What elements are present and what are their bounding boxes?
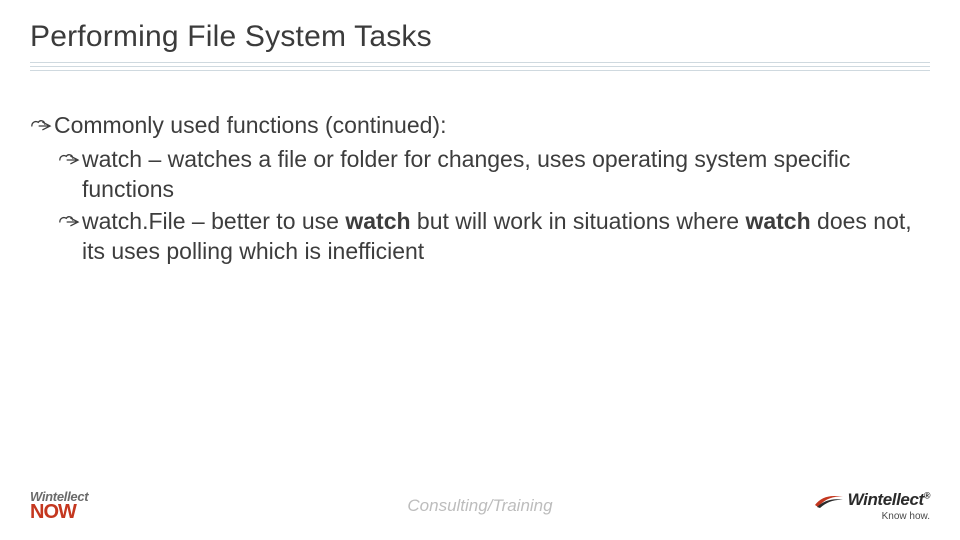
- logo-brand-text: Wintellect®: [848, 490, 930, 510]
- title-underline: [30, 62, 930, 71]
- footer-center-text: Consulting/Training: [407, 496, 552, 516]
- slide: Performing File System Tasks Commonly us…: [0, 0, 960, 540]
- logo-wintellect-now: Wintellect NOW: [30, 491, 88, 521]
- logo-wintellect: Wintellect® Know how.: [814, 490, 930, 522]
- bullet-level1: Commonly used functions (continued):: [30, 111, 930, 141]
- bullet-level2: watch.File – better to use watch but wil…: [30, 207, 930, 267]
- footer: Wintellect NOW Consulting/Training Winte…: [0, 484, 960, 528]
- bullet-text: watch – watches a file or folder for cha…: [82, 146, 850, 202]
- logo-text-bottom: NOW: [30, 503, 88, 521]
- bullet-icon: [58, 213, 80, 231]
- swoosh-icon: [814, 491, 844, 509]
- content-area: Commonly used functions (continued): wat…: [30, 111, 930, 266]
- bullet-text: Commonly used functions (continued):: [54, 112, 446, 138]
- bullet-icon: [58, 151, 80, 169]
- bullet-icon: [30, 117, 52, 135]
- logo-tagline: Know how.: [882, 511, 930, 522]
- bullet-text: watch.File – better to use watch but wil…: [82, 208, 912, 264]
- bullet-level2: watch – watches a file or folder for cha…: [30, 145, 930, 205]
- slide-title: Performing File System Tasks: [30, 20, 930, 54]
